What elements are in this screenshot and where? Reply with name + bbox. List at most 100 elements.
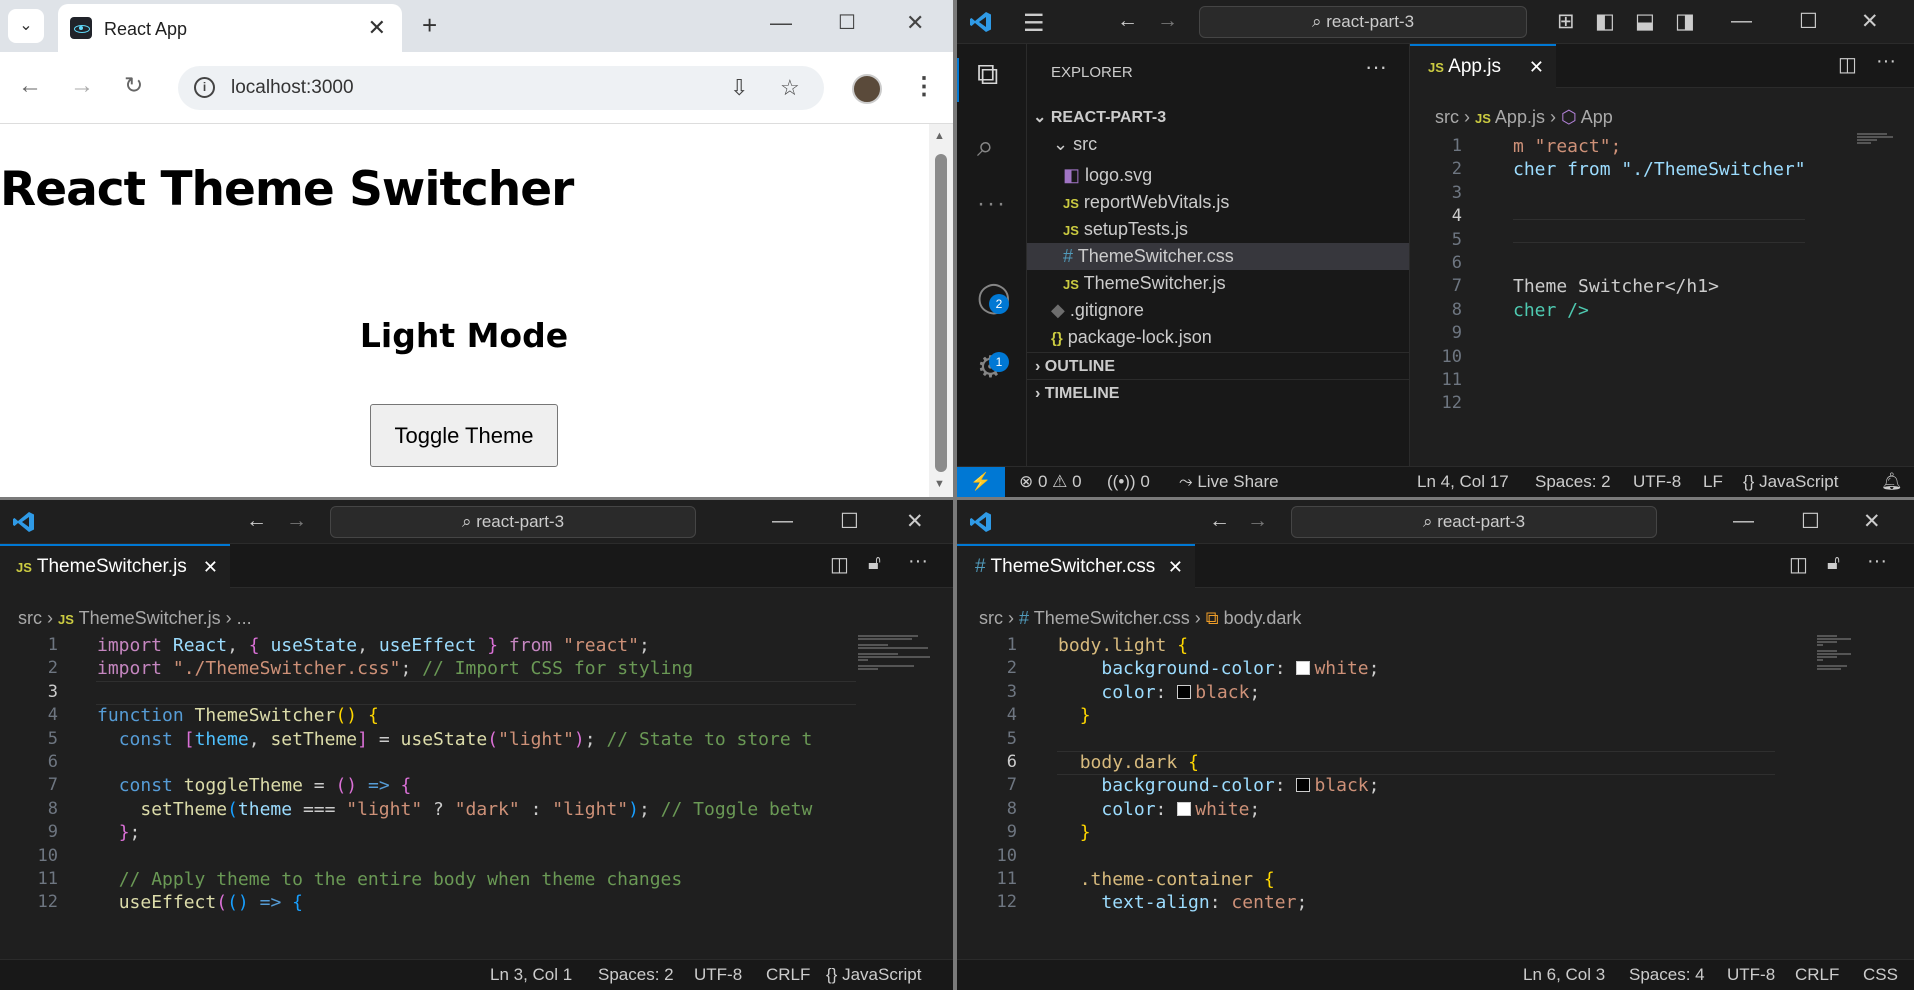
command-center-search[interactable]: ⌕ react-part-3 [330,506,696,538]
browser-tab[interactable]: React App ✕ [58,4,402,52]
editor-more-icon[interactable]: ··· [908,550,928,573]
notifications-bell-icon[interactable]: 🔔︎ [1881,467,1903,497]
breadcrumb-item[interactable]: src [1435,107,1459,127]
close-window-button[interactable]: ✕ [906,509,924,534]
minimap[interactable] [1857,132,1897,462]
cursor-position[interactable]: Ln 6, Col 3 [1523,960,1605,990]
explorer-files-icon[interactable]: ⧉ [977,58,998,92]
tab-search-dropdown[interactable]: ⌄ [8,9,44,43]
menu-icon[interactable]: ☰ [1023,9,1045,38]
close-tab-icon[interactable]: ✕ [203,546,218,588]
split-editor-icon[interactable]: ◫ [1838,52,1857,77]
customize-layout-icon[interactable]: ⊞ [1557,9,1575,34]
reload-icon[interactable]: ↻ [124,72,143,99]
address-bar[interactable]: i localhost:3000 ⇩ ☆ [178,66,824,110]
split-editor-icon[interactable]: ◫ [1789,552,1808,577]
close-window-button[interactable]: ✕ [1861,9,1879,34]
breadcrumb-item[interactable]: ThemeSwitcher.js [79,608,221,628]
minimize-button[interactable]: — [770,10,792,36]
file-row[interactable]: {} package-lock.json [1027,324,1409,351]
nav-forward-icon[interactable]: → [286,509,307,533]
breadcrumb-item[interactable]: ... [237,608,252,628]
maximize-button[interactable]: ☐ [1799,9,1818,34]
close-tab-icon[interactable]: ✕ [1529,46,1544,88]
code-editor[interactable]: m "react"; cher from "./ThemeSwitcher"; … [1513,135,1809,322]
file-row[interactable]: JS ThemeSwitcher.js [1027,270,1409,297]
code-editor[interactable]: import React, { useState, useEffect } fr… [97,634,855,964]
profile-avatar[interactable] [852,74,882,104]
search-view-icon[interactable]: ⌕ [977,130,994,164]
project-folder-row[interactable]: ⌄ REACT-PART-3 [1027,104,1409,131]
close-tab-icon[interactable]: ✕ [368,15,386,41]
nav-back-icon[interactable]: ← [1117,9,1138,33]
nav-back-icon[interactable]: ← [1209,509,1230,533]
editor-more-icon[interactable]: ··· [1867,550,1887,573]
color-swatch-white[interactable] [1296,661,1311,676]
maximize-button[interactable]: ☐ [1801,509,1820,534]
minimize-button[interactable]: — [1733,509,1754,533]
problems-status[interactable]: ⊗ 0 ⚠ 0 [1019,467,1082,497]
language-mode[interactable]: CSS [1863,960,1898,990]
outline-section[interactable]: › OUTLINE [1027,352,1409,379]
encoding-status[interactable]: UTF-8 [1727,960,1775,990]
close-window-button[interactable]: ✕ [906,10,924,36]
new-tab-button[interactable]: + [422,10,437,41]
breadcrumb-item[interactable]: src [979,608,1003,628]
page-scrollbar[interactable]: ▲ ▼ [929,124,953,497]
toggle-panel-icon[interactable]: ⬓ [1635,9,1655,34]
breadcrumb-item[interactable]: App.js [1495,107,1545,127]
file-row[interactable]: JS setupTests.js [1027,216,1409,243]
scroll-up-icon[interactable]: ▲ [934,130,945,142]
bookmark-star-icon[interactable]: ☆ [780,75,800,101]
address-text[interactable]: localhost:3000 [231,77,354,99]
toggle-secondary-sidebar-icon[interactable]: ◨ [1675,9,1695,34]
file-row[interactable]: ◧ logo.svg [1027,162,1409,189]
explorer-more-icon[interactable]: ··· [1365,54,1387,80]
file-row-selected[interactable]: # ThemeSwitcher.css [1027,243,1409,270]
file-row[interactable]: JS reportWebVitals.js [1027,189,1409,216]
eol-status[interactable]: LF [1703,467,1723,497]
file-row[interactable]: ◆ .gitignore [1027,297,1409,324]
maximize-button[interactable]: ☐ [838,10,856,35]
encoding-status[interactable]: UTF-8 [694,960,742,990]
language-mode[interactable]: {} JavaScript [1743,467,1838,497]
nav-back-icon[interactable]: ← [246,509,267,533]
more-views-icon[interactable]: ··· [977,190,1007,218]
split-editor-icon[interactable]: ◫ [830,552,849,577]
ports-status[interactable]: ((•)) 0 [1107,467,1150,497]
command-center-search[interactable]: ⌕ react-part-3 [1291,506,1657,538]
maximize-button[interactable]: ☐ [840,509,859,534]
live-share-status[interactable]: ⤳ Live Share [1179,467,1279,497]
indentation-status[interactable]: Spaces: 2 [1535,467,1611,497]
site-info-icon[interactable]: i [194,77,215,98]
close-tab-icon[interactable]: ✕ [1168,546,1183,588]
color-swatch-white[interactable] [1177,801,1192,816]
editor-more-icon[interactable]: ··· [1876,50,1896,73]
breadcrumb-item[interactable]: src [18,608,42,628]
toggle-sidebar-icon[interactable]: ◧ [1595,9,1615,34]
language-mode[interactable]: {} JavaScript [826,960,921,990]
tab-themeswitcher-js[interactable]: JS ThemeSwitcher.js ✕ [0,544,230,588]
minimap[interactable] [858,634,938,964]
forward-icon[interactable]: → [70,72,94,100]
color-swatch-black[interactable] [1177,684,1192,699]
code-editor[interactable]: body.light { background-color: white; co… [1058,634,1774,960]
tab-app-js[interactable]: JS App.js ✕ [1410,44,1556,88]
src-folder-row[interactable]: ⌄ src [1027,131,1409,158]
breadcrumb-item[interactable]: ThemeSwitcher.css [1034,608,1190,628]
install-app-icon[interactable]: ⇩ [730,75,748,101]
scrollbar-thumb[interactable] [935,154,947,472]
eol-status[interactable]: CRLF [766,960,810,990]
back-icon[interactable]: ← [18,72,42,100]
lock-icon[interactable]: 🔓︎ [868,552,881,575]
scroll-down-icon[interactable]: ▼ [934,478,945,490]
minimap[interactable] [1817,634,1897,960]
encoding-status[interactable]: UTF-8 [1633,467,1681,497]
cursor-position[interactable]: Ln 3, Col 1 [490,960,572,990]
command-center-search[interactable]: ⌕ react-part-3 [1199,6,1527,38]
timeline-section[interactable]: › TIMELINE [1027,379,1409,406]
cursor-position[interactable]: Ln 4, Col 17 [1417,467,1509,497]
minimize-button[interactable]: — [772,509,793,533]
color-swatch-black[interactable] [1296,778,1311,793]
remote-indicator-icon[interactable]: ⚡ [957,467,1005,497]
